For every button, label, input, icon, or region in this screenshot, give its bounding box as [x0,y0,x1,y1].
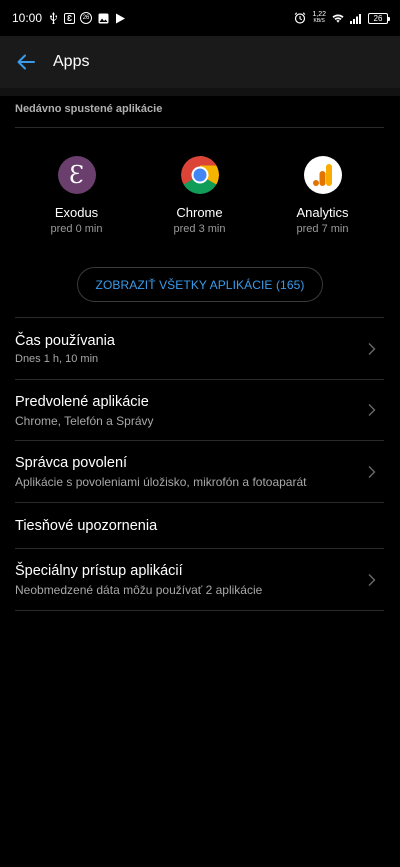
notification-count-icon: 26 [80,12,93,24]
gallery-icon [97,12,109,24]
list-item-permission-manager[interactable]: Správca povolení Aplikácie s povoleniami… [15,441,384,503]
network-speed-unit: KB/S [313,18,325,24]
status-bar: 10:00 Ɛ 26 1,22 KB/S 26 [0,0,400,36]
exodus-notification-icon: Ɛ [64,12,76,24]
analytics-icon [303,156,342,194]
list-item-emergency-alerts[interactable]: Tiesňové upozornenia [15,503,384,549]
exodus-glyph: Ɛ [69,161,84,189]
network-speed: 1,22 KB/S [312,11,326,24]
chevron-right-icon [368,342,376,355]
recent-app-analytics[interactable]: Analytics pred 7 min [261,156,384,235]
list-item-usage-time[interactable]: Čas používania Dnes 1 h, 10 min [15,318,384,380]
battery-icon: 26 [368,12,390,24]
recent-apps-row: Ɛ Exodus pred 0 min Chrome pred 3 min An… [0,156,400,235]
section-divider [15,127,384,128]
app-last-used: pred 3 min [173,223,226,235]
list-item-title: Tiesňové upozornenia [15,518,158,534]
status-time: 10:00 [12,11,43,25]
app-name: Chrome [176,205,223,220]
app-name: Analytics [296,205,349,220]
status-right: 1,22 KB/S 26 [294,11,390,24]
back-button[interactable] [0,36,52,88]
app-name: Exodus [54,205,99,220]
chevron-right-icon [368,404,376,416]
apps-settings-screen: 10:00 Ɛ 26 1,22 KB/S 26 Apps Nedávno spu… [0,0,400,867]
alarm-icon [294,12,306,24]
list-item-title: Špeciálny prístup aplikácií [15,563,183,579]
app-last-used: pred 7 min [296,223,349,235]
page-title: Apps [53,53,90,70]
recent-app-exodus[interactable]: Ɛ Exodus pred 0 min [15,156,138,235]
play-store-icon [114,12,126,24]
list-item-subtitle: Neobmedzené dáta môžu používať 2 aplikác… [15,583,263,597]
list-item-default-apps[interactable]: Predvolené aplikácie Chrome, Telefón a S… [15,380,384,441]
header-divider [0,88,400,96]
show-all-apps-button[interactable]: ZOBRAZIŤ VŠETKY APLIKÁCIE (165) [77,267,323,302]
list-item-title: Predvolené aplikácie [15,394,149,410]
chevron-right-icon [368,465,376,478]
back-arrow-icon [17,54,35,70]
list-item-subtitle: Aplikácie s povoleniami úložisko, mikrof… [15,475,307,489]
status-left: 10:00 Ɛ 26 [12,11,126,25]
list-item-title: Čas používania [15,333,115,349]
wifi-icon [332,12,344,24]
usb-icon [47,12,59,24]
list-item-special-access[interactable]: Špeciálny prístup aplikácií Neobmedzené … [15,549,384,611]
chrome-icon [180,156,219,194]
signal-icon [350,12,362,24]
settings-list: Čas používania Dnes 1 h, 10 min Predvole… [15,318,384,611]
app-last-used: pred 0 min [50,223,103,235]
list-item-subtitle: Chrome, Telefón a Správy [15,414,154,428]
exodus-icon: Ɛ [57,156,96,194]
chevron-right-icon [368,573,376,586]
app-bar: Apps [0,36,400,88]
recent-app-chrome[interactable]: Chrome pred 3 min [138,156,261,235]
list-item-subtitle: Dnes 1 h, 10 min [15,353,99,365]
recent-apps-header: Nedávno spustené aplikácie [15,103,163,115]
list-item-title: Správca povolení [15,455,128,471]
